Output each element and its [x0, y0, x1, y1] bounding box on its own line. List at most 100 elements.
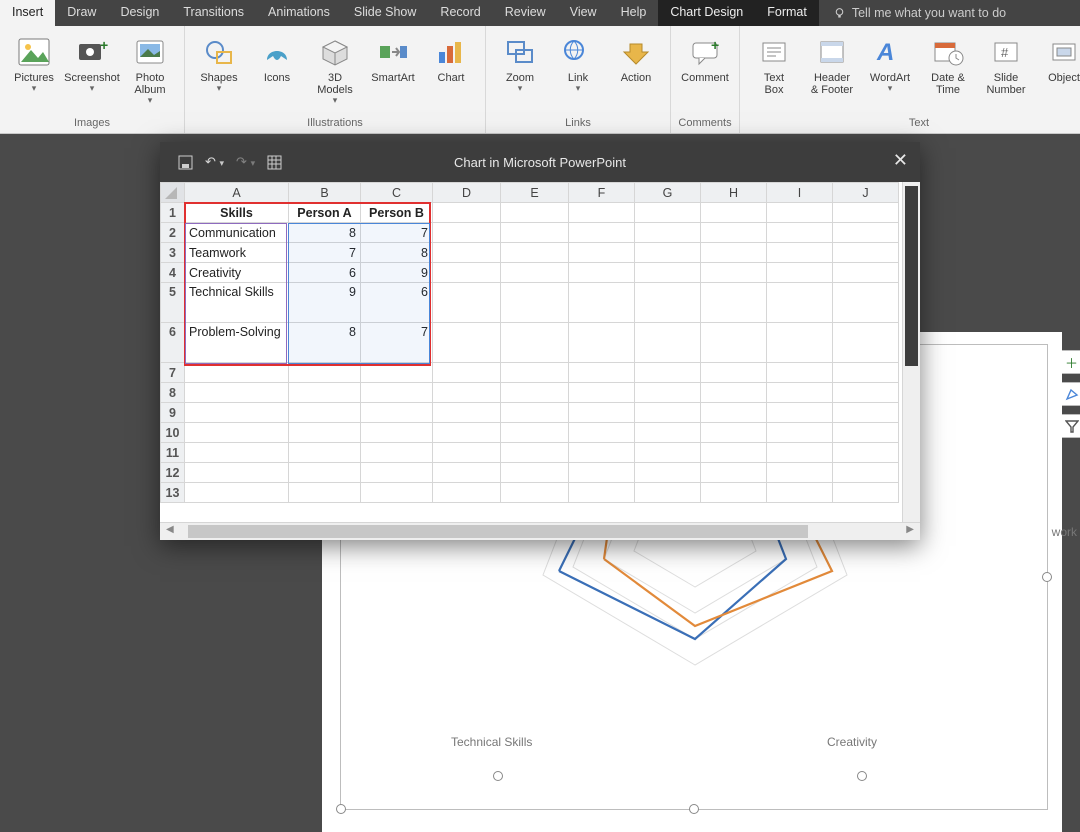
text-box-button[interactable]: Text Box	[746, 30, 802, 100]
tab-help[interactable]: Help	[609, 0, 659, 26]
cell[interactable]: Skills	[185, 203, 289, 223]
cell[interactable]: Person A	[289, 203, 361, 223]
col-header[interactable]: I	[767, 183, 833, 203]
spreadsheet-grid[interactable]: A B C D E F G H I J 1 Skills Person A Pe…	[160, 182, 902, 503]
date-time-button[interactable]: Date & Time	[920, 30, 976, 100]
col-header[interactable]: B	[289, 183, 361, 203]
table-row[interactable]: 4 Creativity 6 9	[161, 263, 899, 283]
table-row[interactable]: 1 Skills Person A Person B	[161, 203, 899, 223]
cell[interactable]: Problem-Solving	[185, 323, 289, 363]
tab-animations[interactable]: Animations	[256, 0, 342, 26]
cell[interactable]: 9	[289, 283, 361, 323]
tab-insert[interactable]: Insert	[0, 0, 55, 26]
cell[interactable]: 8	[289, 223, 361, 243]
resize-handle[interactable]	[336, 804, 346, 814]
slide-number-icon: #	[988, 34, 1024, 70]
select-all-cell[interactable]	[161, 183, 185, 203]
comment-button[interactable]: + Comment	[677, 30, 733, 100]
cell[interactable]: 8	[361, 243, 433, 263]
vertical-scrollbar[interactable]	[902, 182, 920, 522]
slide-number-button[interactable]: # Slide Number	[978, 30, 1034, 100]
resize-handle[interactable]	[689, 804, 699, 814]
tab-slideshow[interactable]: Slide Show	[342, 0, 429, 26]
edit-data-icon[interactable]	[267, 155, 282, 170]
table-row[interactable]: 8	[161, 383, 899, 403]
cell[interactable]: Communication	[185, 223, 289, 243]
tab-review[interactable]: Review	[493, 0, 558, 26]
icons-button[interactable]: Icons	[249, 30, 305, 106]
cell[interactable]: 6	[289, 263, 361, 283]
cell[interactable]: Person B	[361, 203, 433, 223]
chart-inner-handle[interactable]	[493, 771, 503, 781]
tell-me-search[interactable]: Tell me what you want to do	[819, 0, 1006, 26]
cell[interactable]: Teamwork	[185, 243, 289, 263]
smartart-button[interactable]: SmartArt	[365, 30, 421, 106]
table-row[interactable]: 2 Communication 8 7	[161, 223, 899, 243]
action-button[interactable]: Action	[608, 30, 664, 100]
chart-label: Chart	[438, 72, 465, 84]
3d-models-button[interactable]: 3D Models▾	[307, 30, 363, 106]
cell[interactable]: Technical Skills	[185, 283, 289, 323]
link-button[interactable]: Link▾	[550, 30, 606, 100]
datasheet-titlebar[interactable]: ↶ ▾ ↷ ▾ Chart in Microsoft PowerPoint ✕	[160, 142, 920, 182]
wordart-button[interactable]: A WordArt▾	[862, 30, 918, 100]
tab-design[interactable]: Design	[108, 0, 171, 26]
col-header[interactable]: G	[635, 183, 701, 203]
cell[interactable]: 6	[361, 283, 433, 323]
table-row[interactable]: 12	[161, 463, 899, 483]
chart-button[interactable]: Chart	[423, 30, 479, 106]
table-row[interactable]: 7	[161, 363, 899, 383]
table-row[interactable]: 13	[161, 483, 899, 503]
tab-view[interactable]: View	[558, 0, 609, 26]
screenshot-button[interactable]: + Screenshot▾	[64, 30, 120, 106]
col-header[interactable]: E	[501, 183, 569, 203]
tab-chart-design[interactable]: Chart Design	[658, 0, 755, 26]
cell[interactable]: 7	[289, 243, 361, 263]
cell[interactable]: 7	[361, 323, 433, 363]
chart-inner-handle[interactable]	[857, 771, 867, 781]
chart-elements-button[interactable]: ＋	[1062, 350, 1080, 374]
table-row[interactable]: 9	[161, 403, 899, 423]
tab-transitions[interactable]: Transitions	[171, 0, 256, 26]
cell[interactable]: 8	[289, 323, 361, 363]
col-header[interactable]: A	[185, 183, 289, 203]
table-row[interactable]: 5 Technical Skills 9 6	[161, 283, 899, 323]
object-button[interactable]: Object	[1036, 30, 1080, 100]
zoom-button[interactable]: Zoom▾	[492, 30, 548, 100]
resize-handle[interactable]	[1042, 572, 1052, 582]
col-header[interactable]: F	[569, 183, 635, 203]
save-icon[interactable]	[178, 155, 193, 170]
table-row[interactable]: 10	[161, 423, 899, 443]
tab-record[interactable]: Record	[428, 0, 492, 26]
shapes-button[interactable]: Shapes▾	[191, 30, 247, 106]
scrollbar-thumb[interactable]	[905, 186, 918, 366]
table-row[interactable]: 6 Problem-Solving 8 7	[161, 323, 899, 363]
close-icon[interactable]: ✕	[893, 150, 908, 171]
col-header[interactable]: H	[701, 183, 767, 203]
scrollbar-thumb[interactable]	[188, 525, 808, 538]
undo-icon[interactable]: ↶ ▾	[205, 154, 224, 170]
header-footer-button[interactable]: Header & Footer	[804, 30, 860, 100]
photo-album-button[interactable]: Photo Album▾	[122, 30, 178, 106]
horizontal-scrollbar[interactable]: ◀ ▶	[160, 522, 920, 540]
table-row[interactable]: 11	[161, 443, 899, 463]
chart-styles-button[interactable]	[1062, 382, 1080, 406]
col-header[interactable]: J	[833, 183, 899, 203]
cell[interactable]: 9	[361, 263, 433, 283]
col-header[interactable]: C	[361, 183, 433, 203]
chart-datasheet-window[interactable]: ↶ ▾ ↷ ▾ Chart in Microsoft PowerPoint ✕ …	[160, 142, 920, 540]
tab-draw[interactable]: Draw	[55, 0, 108, 26]
pictures-button[interactable]: Pictures▾	[6, 30, 62, 106]
cell[interactable]: Creativity	[185, 263, 289, 283]
link-icon	[560, 34, 596, 70]
row-header[interactable]: 1	[161, 203, 185, 223]
redo-icon[interactable]: ↷ ▾	[236, 154, 255, 170]
header-footer-label: Header & Footer	[811, 72, 853, 96]
tab-format[interactable]: Format	[755, 0, 819, 26]
column-header-row[interactable]: A B C D E F G H I J	[161, 183, 899, 203]
col-header[interactable]: D	[433, 183, 501, 203]
cell[interactable]: 7	[361, 223, 433, 243]
wordart-icon: A	[872, 34, 908, 70]
chart-filters-button[interactable]	[1062, 414, 1080, 438]
table-row[interactable]: 3 Teamwork 7 8	[161, 243, 899, 263]
